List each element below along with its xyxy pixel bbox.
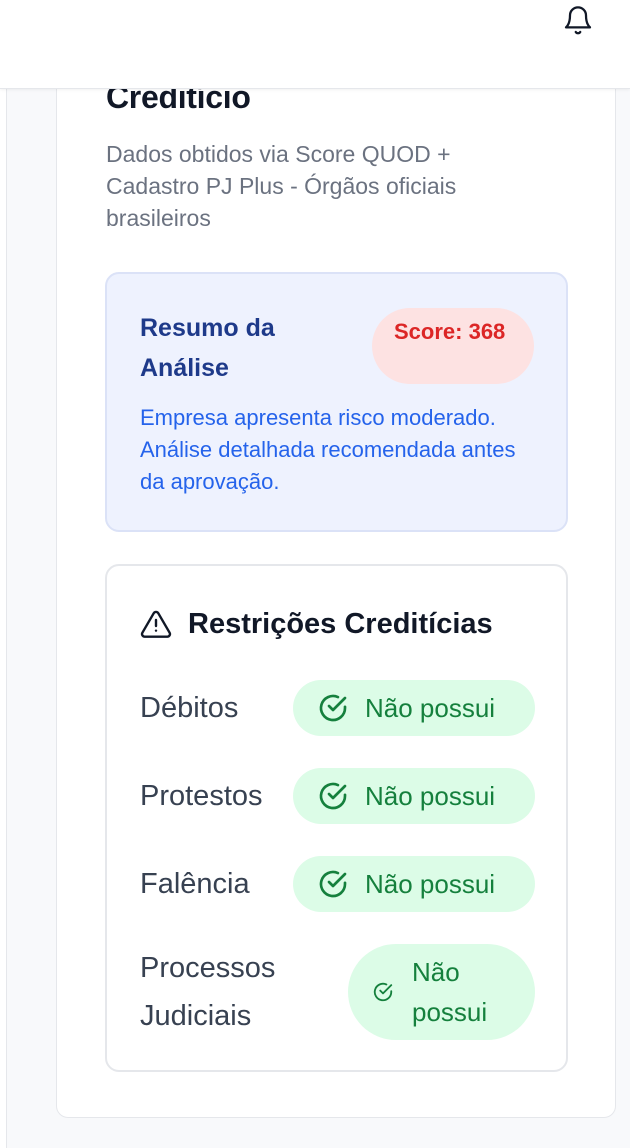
- check-circle-icon: [319, 782, 347, 810]
- analysis-summary-box: Resumo da Análise Score: 368 Empresa apr…: [105, 272, 568, 532]
- status-text: Não possui: [365, 693, 496, 723]
- restriction-label-processos-judiciais: Processos Judiciais: [140, 952, 276, 1032]
- restriction-label-falencia: Falência: [140, 868, 250, 900]
- restriction-label-protestos: Protestos: [140, 780, 263, 812]
- card-description: Dados obtidos via Score QUOD + Cadastro …: [106, 141, 457, 231]
- check-circle-icon: [319, 870, 347, 898]
- restrictions-header: Restrições Creditícias: [140, 604, 493, 644]
- check-circle-icon: [319, 694, 347, 722]
- bell-icon[interactable]: [562, 4, 594, 36]
- status-badge-debitos: Não possui: [293, 680, 535, 736]
- restrictions-title: Restrições Creditícias: [188, 607, 493, 640]
- summary-title: Resumo da Análise: [140, 314, 275, 382]
- page: Creditício Dados obtidos via Score QUOD …: [0, 0, 630, 1148]
- status-badge-protestos: Não possui: [293, 768, 535, 824]
- top-header: [0, 0, 630, 89]
- status-text: Não possui: [412, 957, 488, 1027]
- status-badge-falencia: Não possui: [293, 856, 535, 912]
- warning-triangle-icon: [140, 610, 172, 638]
- status-badge-processos-judiciais: Não possui: [348, 944, 535, 1040]
- restriction-label-debitos: Débitos: [140, 692, 239, 724]
- status-text: Não possui: [365, 781, 496, 811]
- summary-text: Empresa apresenta risco moderado. Anális…: [140, 405, 516, 494]
- score-badge: Score: 368: [372, 308, 534, 384]
- status-text: Não possui: [365, 869, 496, 899]
- credit-restrictions-box: Restrições Creditícias Débitos Não possu…: [105, 564, 568, 1072]
- check-circle-icon: [373, 982, 393, 1002]
- sidebar-edge: [0, 0, 7, 1148]
